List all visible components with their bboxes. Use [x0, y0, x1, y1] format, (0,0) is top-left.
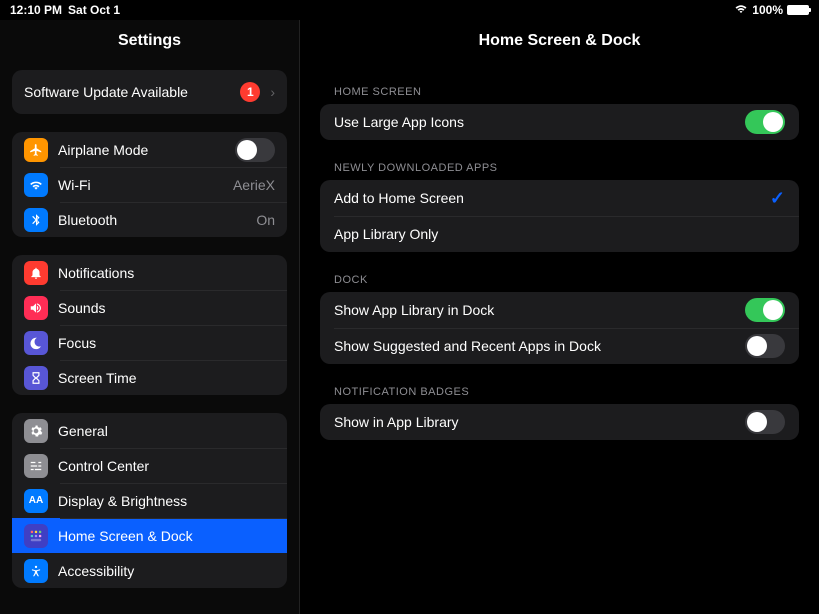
- notification-badges-header: NOTIFICATION BADGES: [320, 386, 799, 404]
- connectivity-group: Airplane Mode Wi-Fi AerieX Bluetooth On: [12, 132, 287, 237]
- speaker-icon: [24, 296, 48, 320]
- sidebar-control-center[interactable]: Control Center: [12, 448, 287, 483]
- sidebar-focus[interactable]: Focus: [12, 325, 287, 360]
- home-screen-header: HOME SCREEN: [320, 86, 799, 104]
- large-icons-label: Use Large App Icons: [334, 114, 745, 130]
- attention-group: Notifications Sounds Focus Screen Time: [12, 255, 287, 395]
- airplane-label: Airplane Mode: [58, 142, 225, 158]
- bluetooth-icon: [24, 208, 48, 232]
- settings-sidebar: Settings Software Update Available 1 › A…: [0, 20, 300, 614]
- sidebar-wifi[interactable]: Wi-Fi AerieX: [12, 167, 287, 202]
- grid-icon: [24, 524, 48, 548]
- status-bar: 12:10 PM Sat Oct 1 100%: [0, 0, 819, 20]
- chevron-right-icon: ›: [270, 84, 275, 100]
- add-to-home-screen-row[interactable]: Add to Home Screen ✓: [320, 180, 799, 216]
- notifications-label: Notifications: [58, 265, 275, 281]
- sidebar-notifications[interactable]: Notifications: [12, 255, 287, 290]
- show-app-library-dock-row[interactable]: Show App Library in Dock: [320, 292, 799, 328]
- status-date: Sat Oct 1: [68, 3, 120, 17]
- wifi-label: Wi-Fi: [58, 177, 223, 193]
- hourglass-icon: [24, 366, 48, 390]
- accessibility-icon: [24, 559, 48, 583]
- bell-icon: [24, 261, 48, 285]
- general-label: General: [58, 423, 275, 439]
- sidebar-screen-time[interactable]: Screen Time: [12, 360, 287, 395]
- show-app-library-toggle[interactable]: [745, 298, 785, 322]
- control-center-label: Control Center: [58, 458, 275, 474]
- bluetooth-value: On: [256, 212, 275, 228]
- large-icons-toggle[interactable]: [745, 110, 785, 134]
- general-group: General Control Center AA Display & Brig…: [12, 413, 287, 588]
- sidebar-software-update[interactable]: Software Update Available 1 ›: [12, 70, 287, 114]
- sounds-label: Sounds: [58, 300, 275, 316]
- focus-label: Focus: [58, 335, 275, 351]
- check-icon: ✓: [770, 188, 785, 209]
- sidebar-sounds[interactable]: Sounds: [12, 290, 287, 325]
- show-suggested-label: Show Suggested and Recent Apps in Dock: [334, 338, 745, 354]
- show-in-library-toggle[interactable]: [745, 410, 785, 434]
- dock-header: DOCK: [320, 274, 799, 292]
- sidebar-airplane-mode[interactable]: Airplane Mode: [12, 132, 287, 167]
- display-label: Display & Brightness: [58, 493, 275, 509]
- show-suggested-toggle[interactable]: [745, 334, 785, 358]
- gear-icon: [24, 419, 48, 443]
- accessibility-label: Accessibility: [58, 563, 275, 579]
- status-time: 12:10 PM: [10, 3, 62, 17]
- home-dock-label: Home Screen & Dock: [58, 528, 275, 544]
- bluetooth-label: Bluetooth: [58, 212, 246, 228]
- sidebar-title: Settings: [0, 20, 299, 70]
- moon-icon: [24, 331, 48, 355]
- wifi-value: AerieX: [233, 177, 275, 193]
- text-size-icon: AA: [24, 489, 48, 513]
- newly-downloaded-header: NEWLY DOWNLOADED APPS: [320, 162, 799, 180]
- show-in-library-label: Show in App Library: [334, 414, 745, 430]
- sidebar-bluetooth[interactable]: Bluetooth On: [12, 202, 287, 237]
- detail-title: Home Screen & Dock: [320, 20, 799, 86]
- sidebar-accessibility[interactable]: Accessibility: [12, 553, 287, 588]
- show-app-library-label: Show App Library in Dock: [334, 302, 745, 318]
- wifi-icon: [24, 173, 48, 197]
- airplane-icon: [24, 138, 48, 162]
- sidebar-display-brightness[interactable]: AA Display & Brightness: [12, 483, 287, 518]
- wifi-icon: [734, 3, 748, 17]
- app-library-only-row[interactable]: App Library Only: [320, 216, 799, 252]
- show-suggested-row[interactable]: Show Suggested and Recent Apps in Dock: [320, 328, 799, 364]
- battery-icon: [787, 5, 809, 15]
- app-library-only-label: App Library Only: [334, 226, 785, 242]
- update-badge: 1: [240, 82, 260, 102]
- detail-pane: Home Screen & Dock HOME SCREEN Use Large…: [300, 20, 819, 614]
- sidebar-home-screen-dock[interactable]: Home Screen & Dock: [12, 518, 287, 553]
- sidebar-general[interactable]: General: [12, 413, 287, 448]
- use-large-app-icons-row[interactable]: Use Large App Icons: [320, 104, 799, 140]
- airplane-toggle[interactable]: [235, 138, 275, 162]
- sliders-icon: [24, 454, 48, 478]
- add-home-label: Add to Home Screen: [334, 190, 770, 206]
- software-update-label: Software Update Available: [24, 84, 230, 100]
- screen-time-label: Screen Time: [58, 370, 275, 386]
- battery-percent: 100%: [752, 3, 783, 17]
- show-in-app-library-row[interactable]: Show in App Library: [320, 404, 799, 440]
